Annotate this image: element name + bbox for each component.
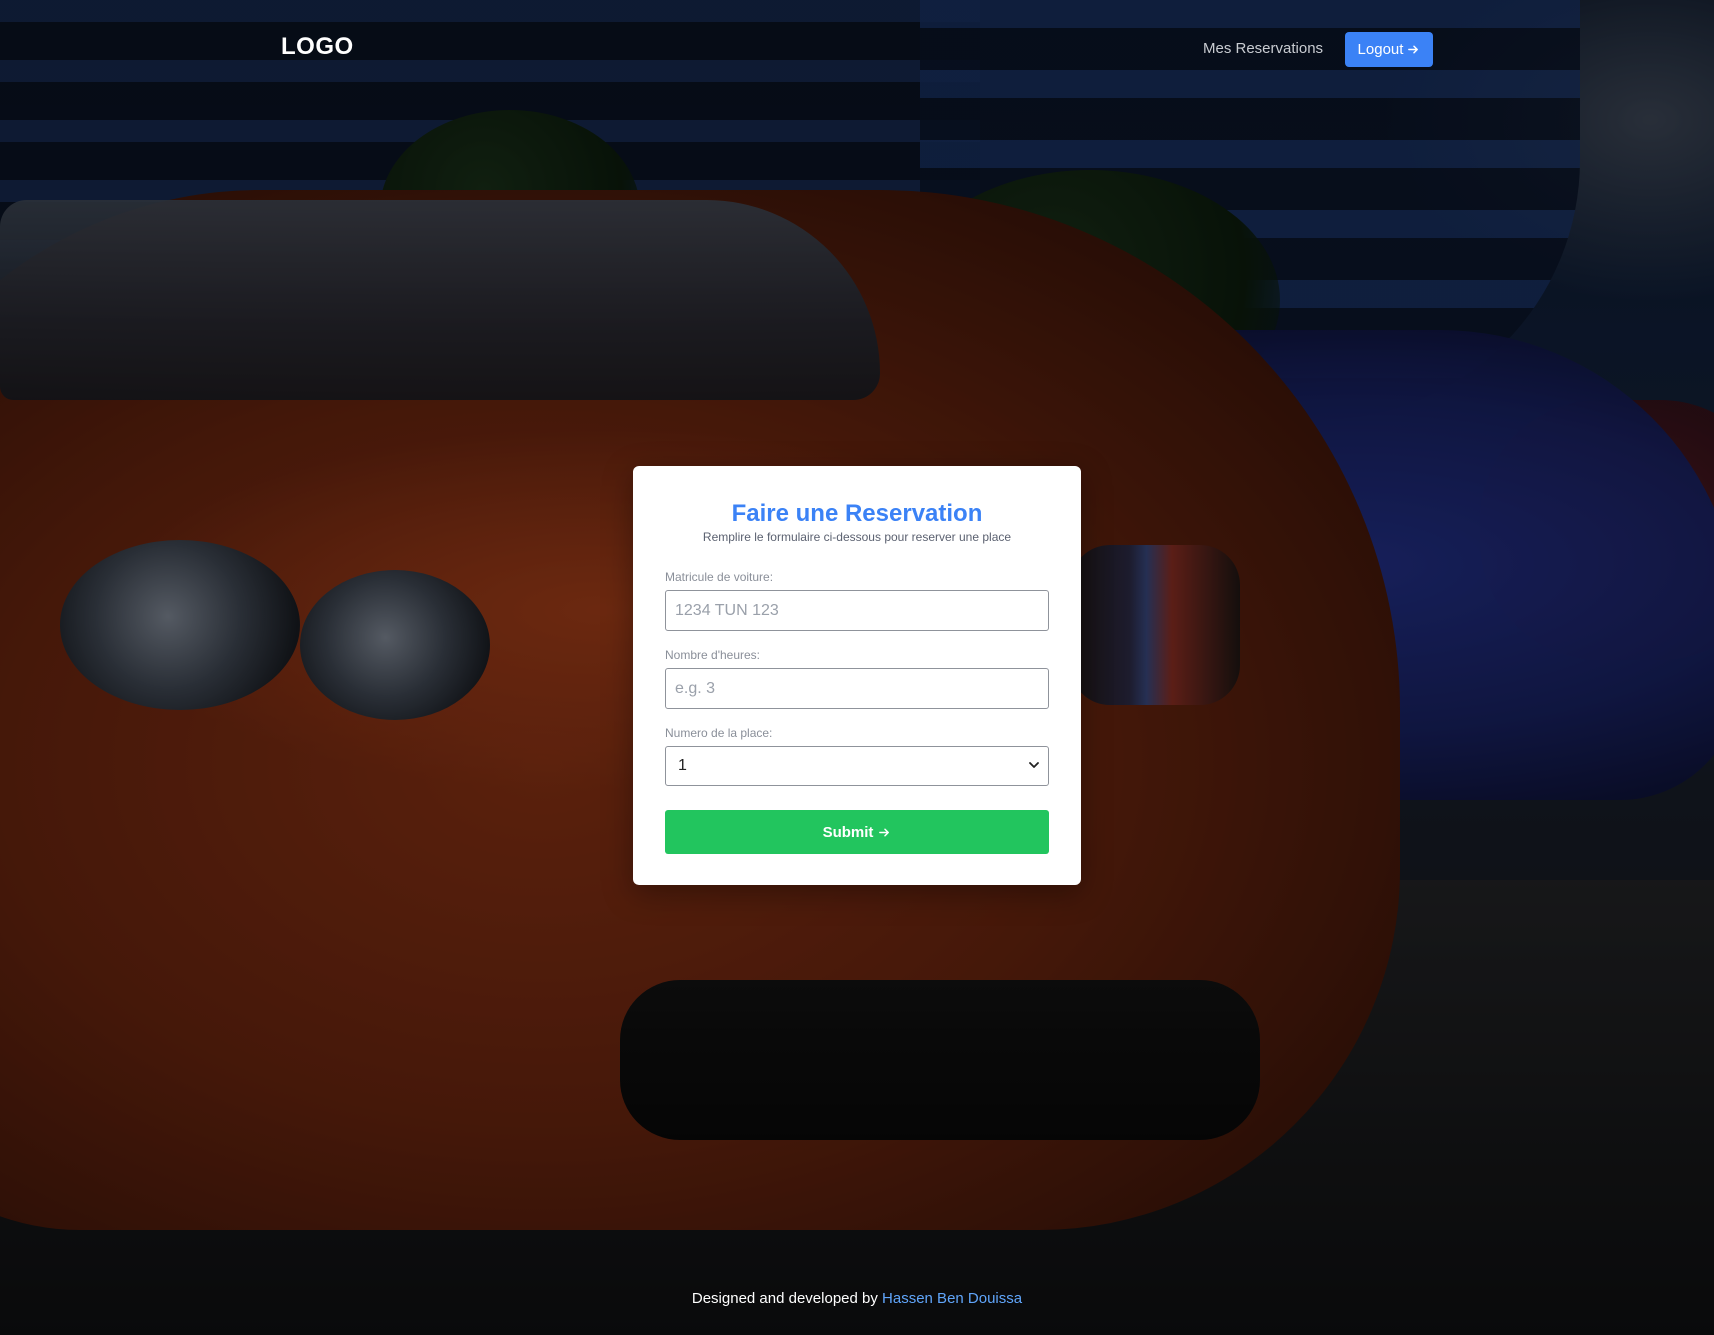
logout-label: Logout	[1357, 41, 1404, 58]
arrow-right-icon	[879, 828, 890, 836]
matricule-label: Matricule de voiture:	[665, 570, 774, 584]
footer-author-link[interactable]: Hassen Ben Douissa	[882, 1290, 1022, 1307]
place-selected-value: 1	[678, 757, 687, 774]
reservation-form-card: Faire une Reservation Remplire le formul…	[633, 466, 1081, 885]
form-subtitle: Remplire le formulaire ci-dessous pour r…	[702, 530, 1012, 544]
heures-input[interactable]	[665, 668, 1049, 709]
place-label: Numero de la place:	[665, 726, 773, 740]
top-navbar: LOGO Mes Reservations Logout	[0, 0, 1714, 100]
place-select[interactable]: 1	[665, 746, 1049, 786]
logo[interactable]: LOGO	[281, 33, 354, 61]
page: LOGO Mes Reservations Logout Faire une R…	[0, 0, 1714, 1335]
matricule-input[interactable]	[665, 590, 1049, 631]
submit-label: Submit	[822, 823, 874, 841]
logout-button[interactable]: Logout	[1345, 32, 1433, 67]
form-title: Faire une Reservation	[731, 500, 983, 527]
submit-button[interactable]: Submit	[665, 810, 1049, 854]
footer-credit-text: Designed and developed by	[691, 1290, 878, 1307]
footer: Designed and developed by Hassen Ben Dou…	[0, 1290, 1714, 1307]
chevron-down-icon	[1029, 762, 1039, 768]
heures-label: Nombre d'heures:	[665, 648, 761, 662]
arrow-right-icon	[1408, 45, 1419, 54]
nav-link-mes-reservations[interactable]: Mes Reservations	[1203, 40, 1323, 57]
